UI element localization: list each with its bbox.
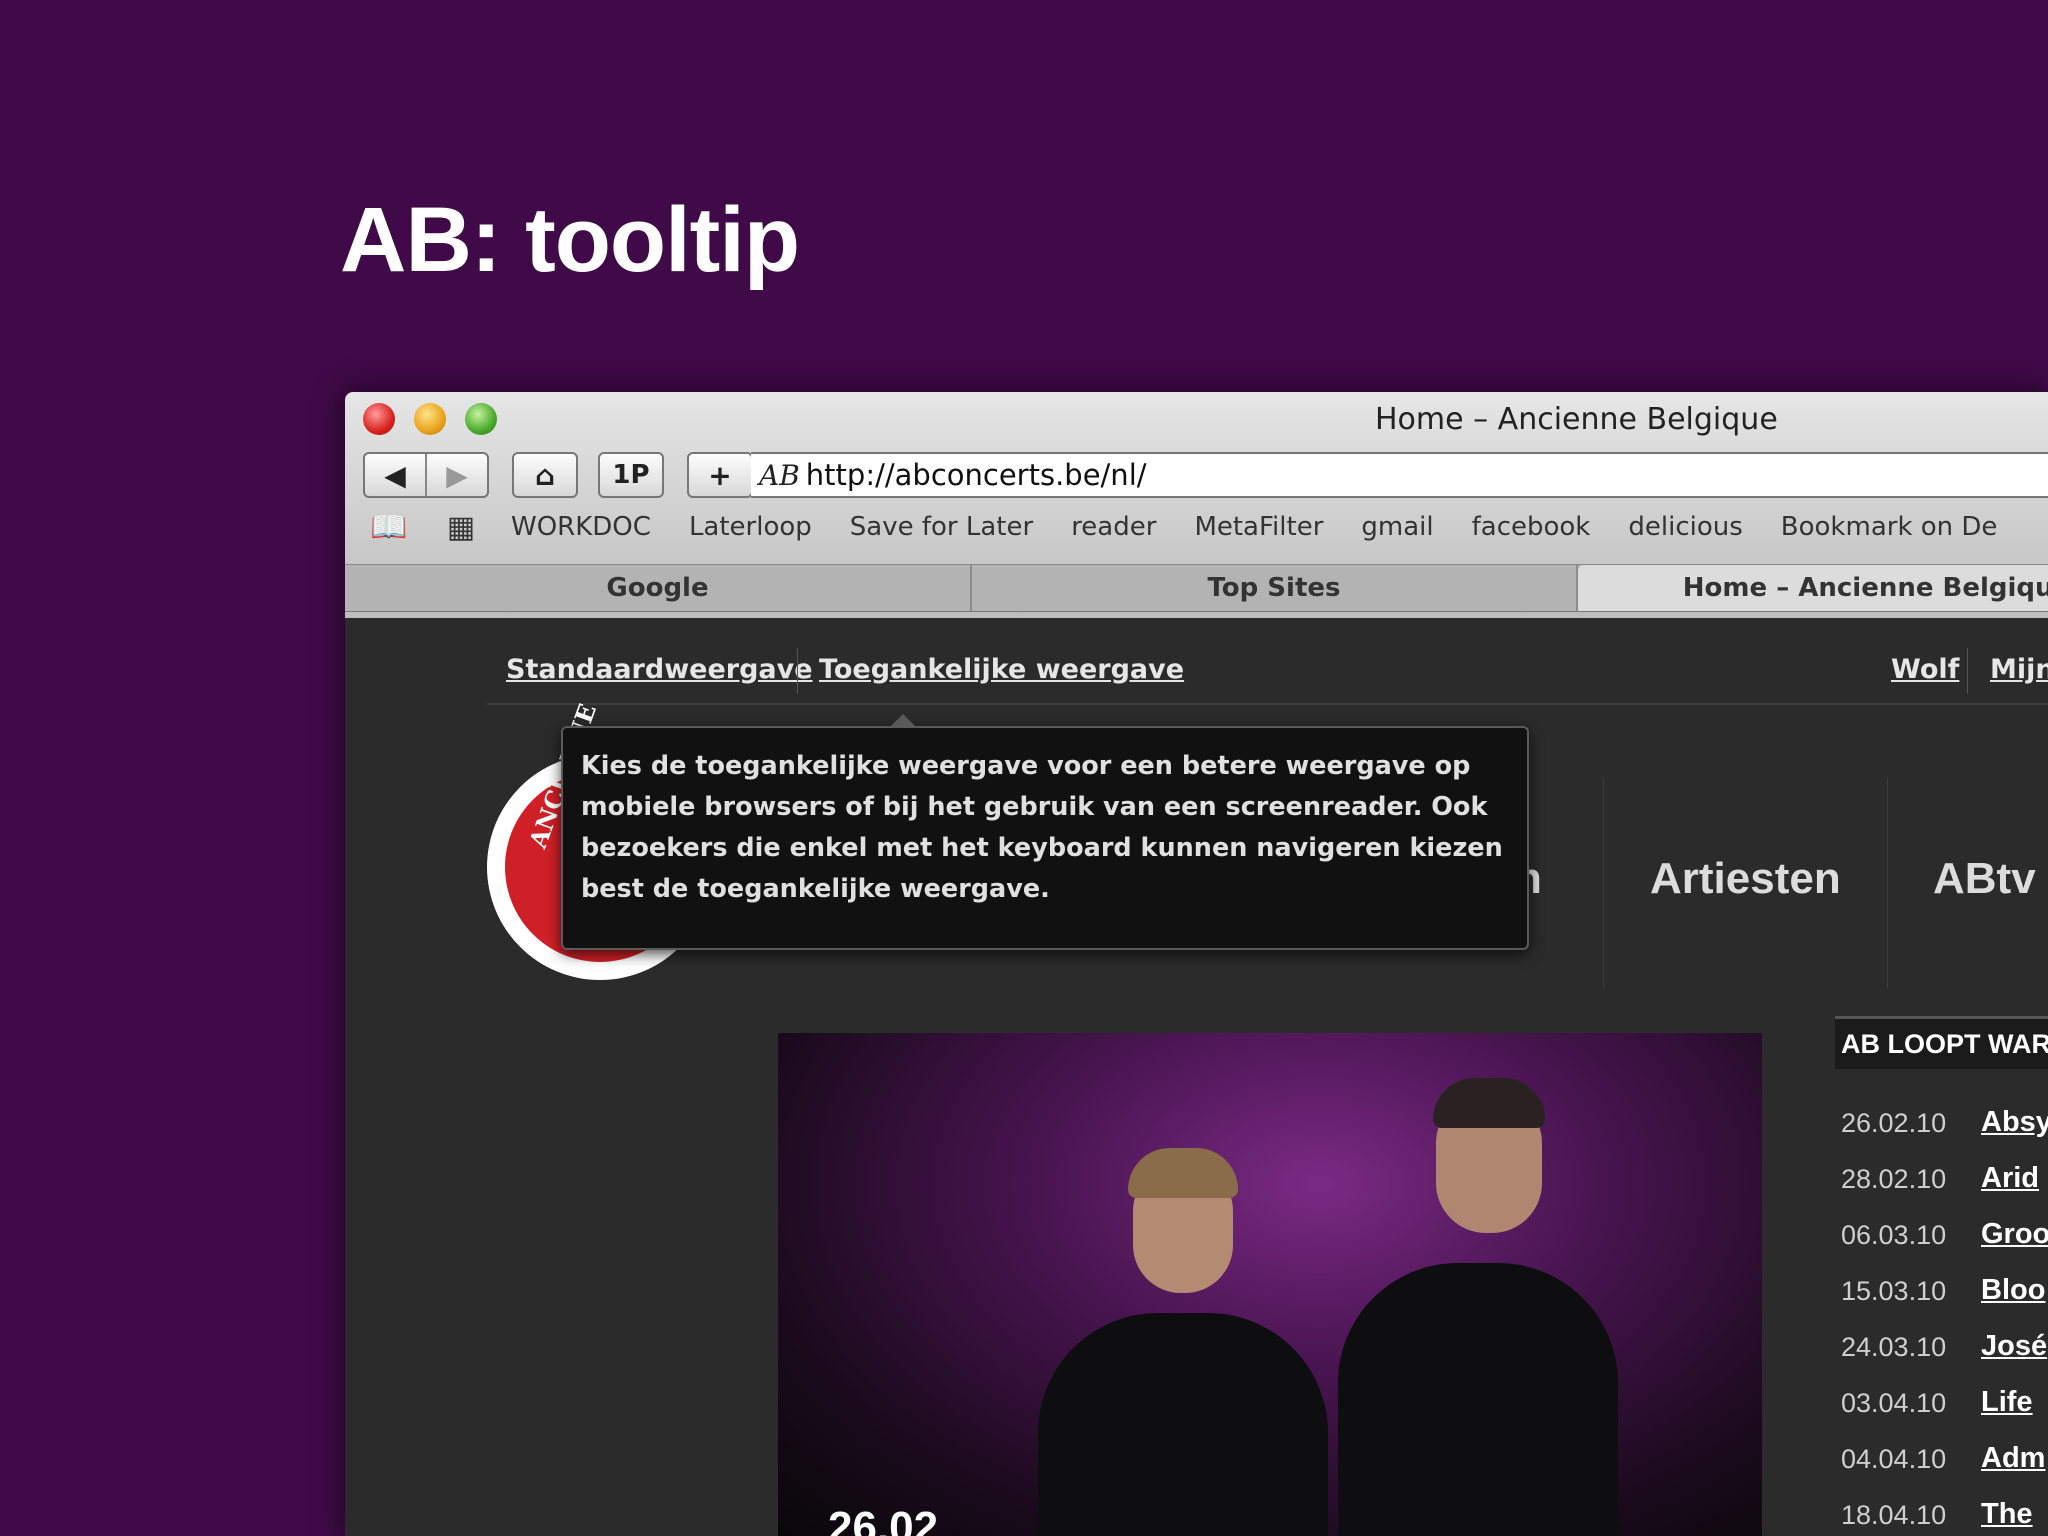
list-item: 04.04.10 Adm <box>1841 1442 2048 1500</box>
event-date: 06.03.10 <box>1841 1220 1947 1250</box>
list-item: 15.03.10 Bloo <box>1841 1274 2048 1332</box>
band-member-photo <box>1433 1078 1545 1128</box>
tooltip-line: bezoekers die enkel met het keyboard kun… <box>581 833 1503 863</box>
list-item: 06.03.10 Groo <box>1841 1218 2048 1276</box>
bookmarks-bar: 📖 ▦ WORKDOC Laterloop Save for Later rea… <box>345 504 2048 550</box>
standard-view-link[interactable]: Standaardweergave <box>506 654 813 685</box>
bookmark-item[interactable]: WORKDOC <box>511 512 651 542</box>
browser-chrome: Home – Ancienne Belgique ◀ ▶ ⌂ 1P + AB h… <box>345 392 2048 618</box>
nav-item-abtv[interactable]: ABtv <box>1933 854 2036 904</box>
tab-bar: Google Top Sites Home – Ancienne Belgiqu… <box>345 564 2048 612</box>
bookmarks-book-icon[interactable]: 📖 <box>367 510 411 545</box>
tab-top-sites[interactable]: Top Sites <box>972 565 1578 611</box>
address-bar[interactable]: AB http://abconcerts.be/nl/ <box>751 452 2048 498</box>
tooltip-line: Kies de toegankelijke weergave voor een … <box>581 751 1471 781</box>
bookmark-item[interactable]: Laterloop <box>689 512 812 542</box>
tooltip-arrow <box>889 714 917 728</box>
list-item: 24.03.10 José <box>1841 1330 2048 1388</box>
user-link-mijn[interactable]: Mijn <box>1990 654 2048 685</box>
list-item: 18.04.10 The <box>1841 1498 2048 1536</box>
onepassword-button[interactable]: 1P <box>598 452 664 498</box>
event-date: 26.02.10 <box>1841 1108 1947 1138</box>
divider <box>1967 648 1968 694</box>
nav-item-artiesten[interactable]: Artiesten <box>1650 854 1841 904</box>
event-link[interactable]: The <box>1981 1498 2033 1531</box>
top-rule <box>487 703 2048 705</box>
bookmark-item[interactable]: delicious <box>1628 512 1742 542</box>
minimize-window-button[interactable] <box>414 403 446 435</box>
bookmark-item[interactable]: Bookmark on De <box>1781 512 1998 542</box>
event-date: 24.03.10 <box>1841 1332 1947 1362</box>
tooltip-line: mobiele browsers of bij het gebruik van … <box>581 792 1488 822</box>
band-member-photo <box>1338 1263 1618 1536</box>
event-date: 04.04.10 <box>1841 1444 1947 1474</box>
event-link[interactable]: Groo <box>1981 1218 2048 1251</box>
site-favicon-icon: AB <box>759 458 800 492</box>
list-item: 26.02.10 Absy <box>1841 1106 2048 1164</box>
accessible-view-link[interactable]: Toegankelijke weergave <box>819 654 1184 685</box>
zoom-window-button[interactable] <box>465 403 497 435</box>
event-date: 18.04.10 <box>1841 1500 1947 1530</box>
bookmark-item[interactable]: Save for Later <box>850 512 1033 542</box>
url-text[interactable]: http://abconcerts.be/nl/ <box>806 458 1147 492</box>
event-date: 28.02.10 <box>1841 1164 1947 1194</box>
hero-photo[interactable]: 26.02 <box>778 1033 1762 1536</box>
tooltip-line: best de toegankelijke weergave. <box>581 874 1050 904</box>
back-button[interactable]: ◀ <box>365 454 427 496</box>
tab-home-ancienne-belgique[interactable]: Home – Ancienne Belgique <box>1578 565 2048 611</box>
band-member-photo <box>1128 1148 1238 1198</box>
sidebar-header: AB LOOPT WAR <box>1835 1016 2048 1069</box>
add-bookmark-button[interactable]: + <box>687 452 753 498</box>
top-sites-grid-icon[interactable]: ▦ <box>439 510 483 545</box>
event-date: 03.04.10 <box>1841 1388 1947 1418</box>
bookmark-item[interactable]: reader <box>1071 512 1156 542</box>
nav-divider <box>1603 778 1604 988</box>
band-member-photo <box>1038 1313 1328 1536</box>
event-link[interactable]: Bloo <box>1981 1274 2045 1307</box>
home-button[interactable]: ⌂ <box>512 452 578 498</box>
close-window-button[interactable] <box>363 403 395 435</box>
event-link[interactable]: Absy <box>1981 1106 2048 1139</box>
event-link[interactable]: José <box>1981 1330 2047 1363</box>
hero-date: 26.02 <box>828 1503 939 1536</box>
bookmark-item[interactable]: MetaFilter <box>1194 512 1323 542</box>
bookmark-item[interactable]: gmail <box>1361 512 1433 542</box>
event-link[interactable]: Life <box>1981 1386 2033 1419</box>
list-item: 03.04.10 Life <box>1841 1386 2048 1444</box>
user-link-wolf[interactable]: Wolf <box>1891 654 1959 685</box>
event-date: 15.03.10 <box>1841 1276 1947 1306</box>
nav-divider <box>1887 778 1888 988</box>
tab-google[interactable]: Google <box>345 565 972 611</box>
bookmark-item[interactable]: facebook <box>1472 512 1591 542</box>
list-item: 28.02.10 Arid <box>1841 1162 2048 1220</box>
divider <box>797 648 798 694</box>
page-content: Standaardweergave Toegankelijke weergave… <box>345 618 2048 1536</box>
browser-window: Home – Ancienne Belgique ◀ ▶ ⌂ 1P + AB h… <box>345 392 2048 1536</box>
accessible-view-tooltip: Kies de toegankelijke weergave voor een … <box>561 714 1529 950</box>
event-link[interactable]: Arid <box>1981 1162 2039 1195</box>
slide-title: AB: tooltip <box>340 189 800 291</box>
event-link[interactable]: Adm <box>1981 1442 2045 1475</box>
window-title: Home – Ancienne Belgique <box>1375 402 1778 437</box>
forward-button[interactable]: ▶ <box>427 454 487 496</box>
back-forward-group: ◀ ▶ <box>363 452 489 498</box>
